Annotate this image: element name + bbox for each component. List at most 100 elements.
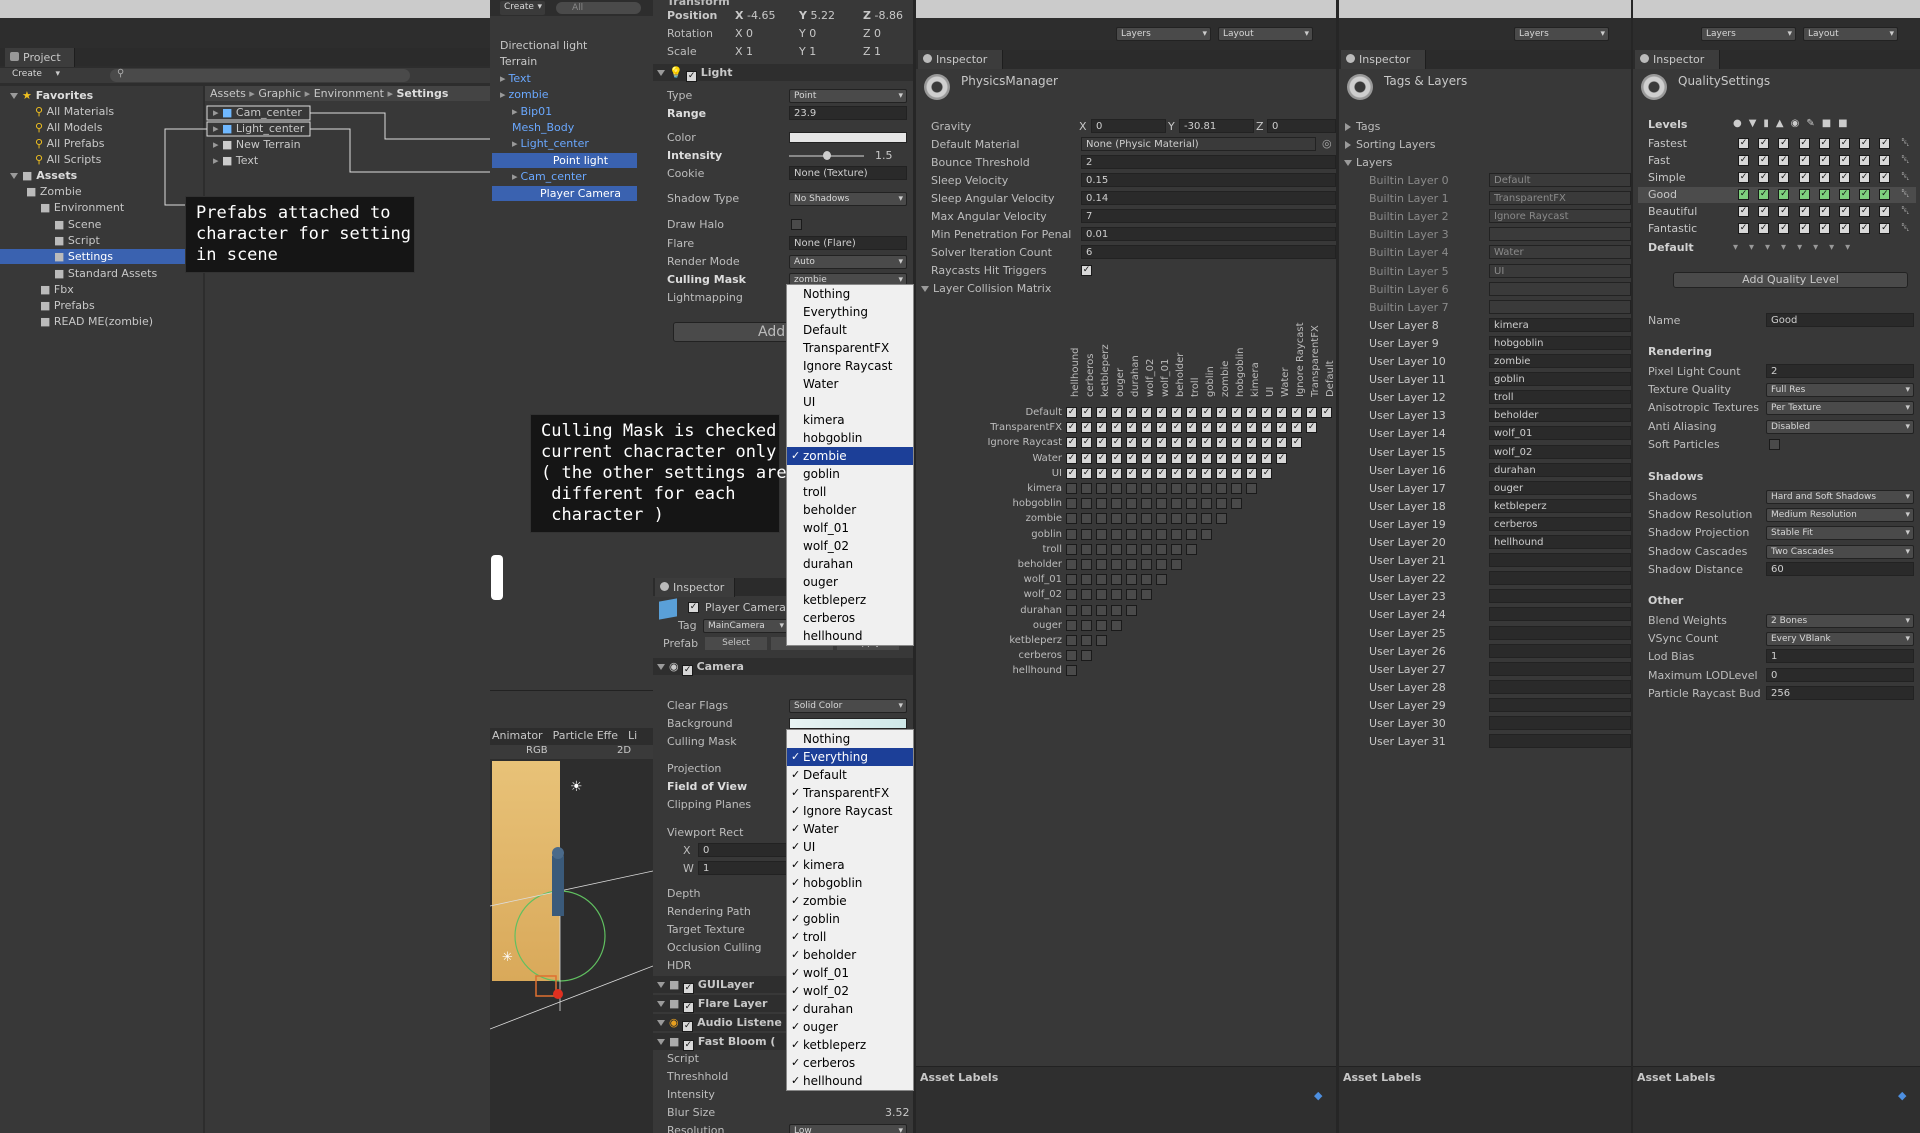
collision-checkbox[interactable]: [1171, 543, 1182, 555]
gameobject-active-checkbox[interactable]: ✓: [688, 602, 699, 613]
quality-platform-checkbox[interactable]: ✓: [1818, 206, 1830, 217]
physics-row-value[interactable]: 2: [1081, 155, 1336, 169]
collision-checkbox[interactable]: ✓: [1156, 407, 1167, 418]
quality-platform-checkbox[interactable]: ✓: [1798, 206, 1810, 217]
collision-checkbox[interactable]: [1066, 604, 1077, 616]
collision-checkbox[interactable]: [1171, 513, 1182, 525]
collision-checkbox[interactable]: [1201, 528, 1212, 540]
trash-icon[interactable]: ␡: [1901, 221, 1910, 235]
collision-checkbox[interactable]: [1186, 528, 1197, 540]
menu-item-hellhound[interactable]: ✓ hellhound: [787, 1072, 913, 1090]
layers-foldout[interactable]: Layers: [1344, 155, 1392, 170]
quality-other-dropdown[interactable]: 2 Bones: [1766, 614, 1914, 628]
quality-level-row[interactable]: Fastest ✓ ✓ ✓ ✓ ✓ ✓ ✓ ✓ ␡: [1638, 136, 1916, 152]
tag-dropdown[interactable]: MainCamera: [703, 619, 788, 633]
collision-checkbox[interactable]: ✓: [1096, 437, 1107, 449]
tags-foldout[interactable]: Tags: [1344, 119, 1380, 134]
quality-platform-checkbox[interactable]: ✓: [1859, 223, 1871, 234]
collision-checkbox[interactable]: [1111, 528, 1122, 540]
quality-platform-checkbox[interactable]: ✓: [1778, 172, 1790, 183]
collision-checkbox[interactable]: [1066, 559, 1077, 570]
tab-inspector-2[interactable]: Inspector: [655, 578, 735, 597]
menu-item-zombie[interactable]: ✓ zombie: [787, 892, 913, 910]
collision-checkbox[interactable]: ✓: [1291, 437, 1302, 449]
light-color-swatch[interactable]: [789, 132, 907, 143]
layer-value-field[interactable]: kimera: [1489, 317, 1631, 332]
quality-platform-checkbox[interactable]: ✓: [1839, 138, 1850, 149]
collision-checkbox[interactable]: [1081, 604, 1092, 616]
collision-checkbox[interactable]: [1156, 559, 1167, 570]
layer-value-field[interactable]: [1489, 553, 1631, 568]
collision-checkbox[interactable]: ✓: [1306, 407, 1317, 418]
collision-checkbox[interactable]: [1081, 619, 1092, 631]
physics-row-value[interactable]: 0.01: [1081, 227, 1336, 241]
default-level-arrows[interactable]: ▾▾▾▾▾▾▾▾: [1733, 242, 1861, 253]
collision-checkbox[interactable]: [1216, 483, 1227, 494]
menu-item-wolf-02[interactable]: wolf_02: [787, 537, 913, 555]
trash-icon[interactable]: ␡: [1901, 187, 1910, 201]
light-cookie-field[interactable]: None (Texture): [789, 166, 907, 180]
collision-checkbox[interactable]: ✓: [1111, 452, 1122, 464]
collision-checkbox[interactable]: ✓: [1126, 437, 1137, 449]
collision-checkbox[interactable]: ✓: [1216, 437, 1227, 449]
hierarchy-item[interactable]: Mesh_Body: [492, 120, 637, 135]
collision-checkbox[interactable]: [1096, 483, 1107, 494]
collision-checkbox[interactable]: [1126, 604, 1137, 616]
tag-icon[interactable]: ◆: [1898, 1089, 1906, 1102]
layer-value-field[interactable]: [1489, 697, 1631, 712]
tab-inspector-quality[interactable]: Inspector: [1635, 50, 1720, 69]
light-flare-field[interactable]: None (Flare): [789, 236, 907, 250]
component-enabled-checkbox[interactable]: ✓: [682, 1002, 694, 1013]
collision-checkbox[interactable]: ✓: [1111, 467, 1122, 479]
trash-icon[interactable]: ␡: [1901, 204, 1910, 218]
quality-platform-checkbox[interactable]: ✓: [1798, 189, 1810, 200]
hierarchy-item[interactable]: ▸ Cam_center: [492, 169, 637, 184]
gravity-x[interactable]: 0: [1091, 119, 1166, 133]
light-range-field[interactable]: 23.9: [789, 106, 907, 120]
collision-checkbox[interactable]: ✓: [1156, 467, 1167, 479]
light-type-dropdown[interactable]: Point: [789, 89, 907, 103]
layer-value-field[interactable]: beholder: [1489, 408, 1631, 423]
menu-item-ketbleperz[interactable]: ✓ ketbleperz: [787, 1036, 913, 1054]
collision-checkbox[interactable]: ✓: [1171, 422, 1182, 434]
collision-checkbox[interactable]: ✓: [1276, 407, 1287, 418]
collision-checkbox[interactable]: ✓: [1126, 407, 1137, 418]
collision-checkbox[interactable]: [1201, 513, 1212, 525]
collision-checkbox[interactable]: [1186, 513, 1197, 525]
collision-checkbox[interactable]: [1096, 635, 1107, 646]
quality-platform-checkbox[interactable]: ✓: [1859, 155, 1871, 166]
collision-checkbox[interactable]: ✓: [1246, 467, 1257, 479]
menu-item-cerberos[interactable]: ✓ cerberos: [787, 1054, 913, 1072]
collision-checkbox[interactable]: ✓: [1276, 437, 1287, 449]
collision-checkbox[interactable]: ✓: [1186, 452, 1197, 464]
quality-level-row[interactable]: Good ✓ ✓ ✓ ✓ ✓ ✓ ✓ ✓ ␡: [1638, 187, 1916, 203]
collision-checkbox[interactable]: ✓: [1306, 422, 1317, 434]
menu-item-kimera[interactable]: kimera: [787, 411, 913, 429]
quality-platform-checkbox[interactable]: ✓: [1818, 223, 1830, 234]
quality-platform-checkbox[interactable]: ✓: [1879, 223, 1891, 234]
collision-checkbox[interactable]: [1081, 483, 1092, 494]
camera-clear-dropdown[interactable]: Solid Color: [789, 699, 907, 713]
quality-platform-checkbox[interactable]: ✓: [1839, 189, 1850, 200]
collision-checkbox[interactable]: [1141, 574, 1152, 586]
layer-value-field[interactable]: wolf_02: [1489, 444, 1631, 459]
light-intensity-value[interactable]: 1.5: [875, 148, 893, 163]
quality-platform-checkbox[interactable]: ✓: [1778, 155, 1790, 166]
rotation-y[interactable]: Y 0: [799, 26, 816, 41]
collision-checkbox[interactable]: ✓: [1126, 422, 1137, 434]
collision-checkbox[interactable]: [1081, 650, 1092, 662]
collision-checkbox[interactable]: ✓: [1081, 437, 1092, 449]
collision-checkbox[interactable]: ✓: [1201, 452, 1212, 464]
menu-item-cerberos[interactable]: cerberos: [787, 609, 913, 627]
collision-checkbox[interactable]: ✓: [1231, 407, 1242, 418]
collision-checkbox[interactable]: [1066, 498, 1077, 510]
collision-checkbox[interactable]: ✓: [1066, 452, 1077, 464]
component-enabled-checkbox[interactable]: ✓: [682, 1021, 694, 1032]
quality-other-field[interactable]: 1: [1766, 649, 1914, 664]
physics-row-value[interactable]: 0.14: [1081, 191, 1336, 205]
quality-platform-checkbox[interactable]: ✓: [1859, 138, 1871, 149]
quality-shadows-field[interactable]: 60: [1766, 561, 1914, 576]
collision-checkbox[interactable]: ✓: [1201, 437, 1212, 449]
collision-checkbox[interactable]: ✓: [1096, 407, 1107, 418]
collision-checkbox[interactable]: [1156, 498, 1167, 510]
